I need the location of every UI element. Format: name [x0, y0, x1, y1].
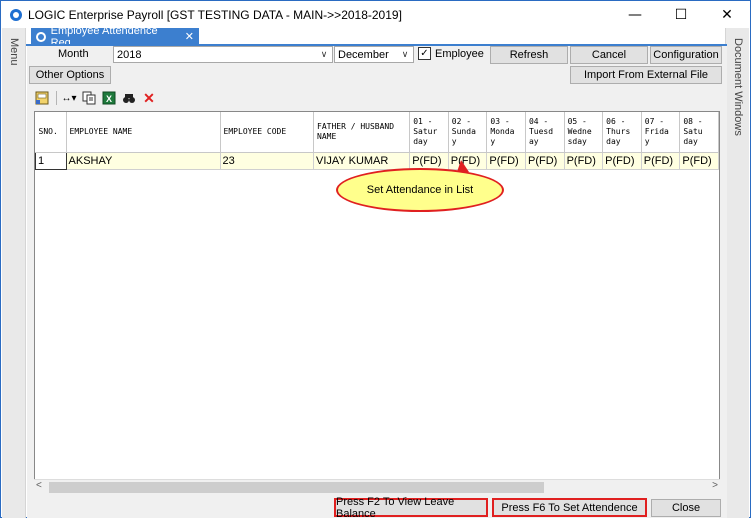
attendance-table: SNO. EMPLOYEE NAME EMPLOYEE CODE FATHER … — [35, 112, 719, 170]
document-windows-label[interactable]: Document Windows — [732, 38, 744, 136]
toolbar-separator — [56, 91, 57, 105]
year-value: 2018 — [117, 48, 142, 61]
close-button[interactable]: Close — [651, 499, 721, 517]
menu-panel[interactable]: Menu — [2, 28, 26, 518]
month-label: Month — [58, 48, 89, 60]
tab-close-icon[interactable]: ✕ — [185, 30, 194, 43]
grid-toolbar: ↔▾ X ✕ — [33, 89, 160, 107]
app-window: LOGIC Enterprise Payroll [GST TESTING DA… — [0, 0, 751, 520]
cell-day-04[interactable]: P(FD) — [525, 152, 565, 170]
horizontal-scrollbar[interactable]: < > — [34, 479, 720, 494]
cell-day-03[interactable]: P(FD) — [486, 152, 526, 170]
column-header-day-05[interactable]: 05 - Wedne sday — [564, 112, 604, 153]
import-external-file-button[interactable]: Import From External File — [570, 66, 722, 84]
document-windows-panel[interactable]: Document Windows — [725, 28, 749, 518]
employee-checkbox[interactable]: ✓ Employee — [418, 47, 484, 60]
month-value: December — [338, 48, 389, 61]
month-select[interactable]: December ∨ — [334, 46, 414, 63]
cell-day-06[interactable]: P(FD) — [602, 152, 642, 170]
column-header-day-08[interactable]: 08 - Satu day — [679, 112, 719, 153]
column-header-father-husband-name[interactable]: FATHER / HUSBAND NAME — [313, 112, 411, 153]
other-options-button[interactable]: Other Options — [29, 66, 111, 84]
column-width-icon[interactable]: ↔▾ — [60, 89, 78, 107]
cell-day-05[interactable]: P(FD) — [564, 152, 604, 170]
scroll-right-arrow[interactable]: > — [712, 480, 718, 491]
chevron-down-icon[interactable]: ∨ — [397, 47, 413, 62]
cell-father-husband-name[interactable]: VIJAY KUMAR — [313, 152, 411, 170]
grid-header-row: SNO. EMPLOYEE NAME EMPLOYEE CODE FATHER … — [35, 112, 719, 153]
close-window-button[interactable]: ✕ — [704, 1, 750, 28]
minimize-button[interactable]: — — [612, 1, 658, 28]
annotation-callout: Set Attendance in List — [336, 168, 504, 212]
callout-text: Set Attendance in List — [366, 184, 474, 196]
maximize-button[interactable]: ☐ — [658, 1, 704, 28]
app-logo-icon — [10, 8, 22, 21]
column-header-day-03[interactable]: 03 - Monda y — [486, 112, 526, 153]
attendance-register-form: Month 2018 ∨ December ∨ ✓ Employee Refre… — [27, 46, 727, 520]
set-attendance-button[interactable]: Press F6 To Set Attendence — [492, 498, 647, 517]
cell-day-07[interactable]: P(FD) — [641, 152, 681, 170]
excel-icon[interactable]: X — [100, 89, 118, 107]
attendance-grid[interactable]: SNO. EMPLOYEE NAME EMPLOYEE CODE FATHER … — [34, 111, 720, 494]
cell-employee-name[interactable]: AKSHAY — [66, 152, 221, 170]
column-header-day-06[interactable]: 06 - Thurs day — [602, 112, 642, 153]
column-header-day-04[interactable]: 04 - Tuesd ay — [525, 112, 565, 153]
menu-panel-label[interactable]: Menu — [8, 38, 20, 66]
column-header-employee-name[interactable]: EMPLOYEE NAME — [66, 112, 221, 153]
column-header-day-02[interactable]: 02 - Sunda y — [448, 112, 488, 153]
year-select[interactable]: 2018 ∨ — [113, 46, 333, 63]
employee-checkbox-label: Employee — [435, 47, 484, 60]
view-leave-balance-button[interactable]: Press F2 To View Leave Balance — [334, 496, 488, 520]
scrollbar-thumb[interactable] — [49, 482, 544, 493]
column-header-day-01[interactable]: 01 - Satur day — [409, 112, 449, 153]
find-icon[interactable] — [120, 89, 138, 107]
table-row[interactable]: 1 AKSHAY 23 VIJAY KUMAR P(FD) P(FD) P(FD… — [35, 151, 719, 170]
cell-employee-code[interactable]: 23 — [220, 152, 315, 170]
tab-employee-attendance[interactable]: Employee Attendence Reg... ✕ — [31, 25, 199, 49]
copy-icon[interactable] — [80, 89, 98, 107]
cell-day-08[interactable]: P(FD) — [679, 152, 719, 170]
column-header-sno[interactable]: SNO. — [35, 112, 67, 153]
column-header-employee-code[interactable]: EMPLOYEE CODE — [220, 112, 315, 153]
configuration-button[interactable]: Configuration — [650, 46, 722, 64]
column-header-day-07[interactable]: 07 - Frida y — [641, 112, 681, 153]
cell-day-01[interactable]: P(FD) — [409, 152, 449, 170]
refresh-button[interactable]: Refresh — [490, 46, 568, 64]
window-title: LOGIC Enterprise Payroll [GST TESTING DA… — [28, 7, 402, 22]
svg-text:X: X — [106, 94, 112, 104]
tab-app-icon — [36, 31, 46, 42]
checkmark-icon[interactable]: ✓ — [418, 47, 431, 60]
cancel-button[interactable]: Cancel — [570, 46, 648, 64]
chevron-down-icon[interactable]: ∨ — [316, 47, 332, 62]
delete-icon[interactable]: ✕ — [140, 89, 158, 107]
save-layout-icon[interactable] — [33, 89, 51, 107]
cell-sno[interactable]: 1 — [35, 151, 67, 170]
scroll-left-arrow[interactable]: < — [36, 480, 42, 491]
